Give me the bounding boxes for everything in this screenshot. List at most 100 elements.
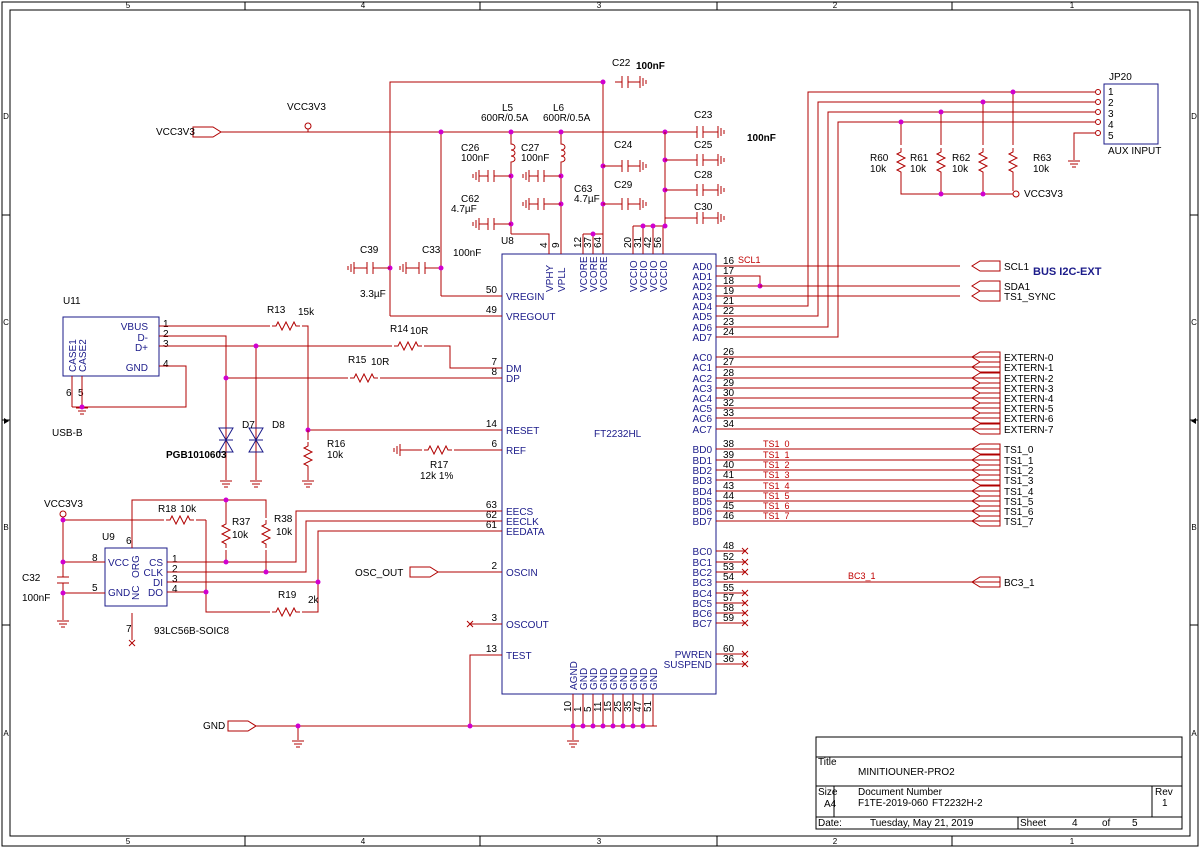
r60-ref: R60 [870,153,889,164]
eeprom-org-num: 6 [126,536,132,547]
top-pin-num: 4 [539,242,550,248]
ts-net-label: TS1_4 [763,481,790,491]
right-pin-name: BD3 [693,476,713,487]
usb-pin-name: GND [126,363,148,374]
top-pin-num: 64 [593,236,604,248]
r63-value: 10k [1033,164,1050,175]
ts-net-label: TS1_1 [763,450,790,460]
r16-ref: R16 [327,439,346,450]
bus-label: BUS I2C-EXT [1033,266,1102,278]
c27-value: 100nF [521,153,549,164]
right-pin-name: AC7 [693,425,713,436]
c39-value: 3.3µF [360,289,386,300]
c39-ref: C39 [360,245,379,256]
col-label: 1 [1070,1,1075,10]
row-label: D [1191,112,1197,121]
r17-ref: R17 [430,460,449,471]
r15-ref: R15 [348,355,367,366]
usb-pin-num: 3 [163,339,169,350]
eeprom-pin-name: GND [108,588,130,599]
size-value: A4 [824,799,837,810]
eeprom-org-label: ORG [131,555,142,578]
eeprom-nc-num: 7 [126,624,132,635]
right-pin-name: BD7 [693,517,713,528]
date-label: Date: [818,818,842,829]
row-label: B [3,523,8,532]
c22-ref: C22 [612,58,631,69]
usb-pin-name: D+ [135,343,148,354]
ref-resistor: R17 12k 1% [393,443,502,482]
c33-ref: C33 [422,245,441,256]
schematic: 5 4 3 2 1 5 4 3 2 1 D C B A D C B A Titl… [1,1,1199,847]
ts-net-label: TS1_2 [763,460,790,470]
vreg-caps: C39 3.3µF C33 100nF [347,245,481,300]
usb-pin-num: 4 [163,359,169,370]
osc-out-label: OSC_OUT [355,568,403,579]
right-pin-num: 33 [723,408,735,419]
row-label: A [3,729,9,738]
rev-label: Rev [1155,787,1173,798]
left-pin-name: OSCIN [506,568,538,579]
left-pin-name: REF [506,446,526,457]
c32-value: 100nF [22,593,50,604]
jp20-pin: 3 [1108,109,1114,120]
c25-ref: C25 [694,140,713,151]
u9-ref: U9 [102,532,115,543]
left-pin-num: 8 [491,367,497,378]
left-pin-num: 13 [486,644,498,655]
row-label: A [1191,729,1197,738]
r61-ref: R61 [910,153,929,164]
jp20-pin: 5 [1108,131,1114,142]
chip-name: FT2232HL [594,429,642,440]
chip-pins: 50VREGIN49VREGOUT7DM8DP14RESET6REF63EECS… [470,234,745,726]
c28-ref: C28 [694,170,713,181]
right-pin-name: AC1 [693,363,713,374]
ts-net-label: TS1_5 [763,491,790,501]
scl1-net-label: SCL1 [738,255,761,265]
diode-part: PGB1010603 [166,450,227,461]
col-label: 5 [126,837,131,846]
r62-value: 10k [952,164,969,175]
top-pin-name: VPHY [545,264,556,292]
right-pin-num: 36 [723,654,735,665]
c32-ref: C32 [22,573,41,584]
eeprom-pin-num: 5 [92,583,98,594]
vcc3v3-left-label: VCC3V3 [44,499,83,510]
right-pin-name: BC0 [693,547,713,558]
l6-value: 600R/0.5A [543,113,591,124]
output-ports: SCL1SDA1TS1_SYNCEXTERN-0EXTERN-1EXTERN-2… [741,260,1056,668]
left-pin-name: VREGOUT [506,312,555,323]
right-pin-num: 22 [723,306,735,317]
eeprom-pin-name: DO [148,588,163,599]
c24-ref: C24 [614,140,633,151]
col-label: 4 [361,1,366,10]
r60-value: 10k [870,164,887,175]
r37-value: 10k [232,530,249,541]
right-pin-num: 38 [723,439,735,450]
left-pin-num: 61 [486,520,498,531]
r16-value: 10k [327,450,344,461]
r18-value: 10k [180,504,197,515]
col-label: 3 [597,837,602,846]
row-label: D [3,112,9,121]
c63-value: 4.7µF [574,194,600,205]
right-pin-name: AD7 [693,333,713,344]
vcc3v3-port-label: VCC3V3 [156,127,195,138]
right-pin-num: 41 [723,470,735,481]
document-name: FT2232H-2 [932,798,983,809]
right-pin-num: 54 [723,572,735,583]
r14-ref: R14 [390,324,409,335]
row-label: B [1191,523,1196,532]
sheet-label: Sheet [1020,818,1046,829]
top-pin-name: VPLL [557,267,568,292]
top-pin-num: 56 [653,236,664,248]
u8-ref: U8 [501,236,514,247]
bc3-port-label: BC3_1 [1004,578,1035,589]
right-pin-name: AC6 [693,414,713,425]
ts-net-label: TS1_0 [763,439,790,449]
usb-case-num: 5 [78,388,84,399]
rev-value: 1 [1162,798,1168,809]
title-label: Title [818,757,837,768]
right-pin-num: 59 [723,613,735,624]
eeprom-nc-label: NC [131,586,142,600]
